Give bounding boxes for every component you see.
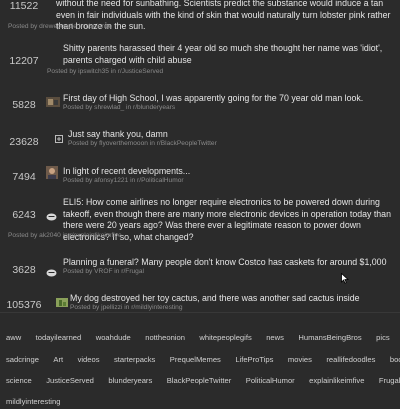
post-title[interactable]: In light of recent developments... — [63, 166, 394, 178]
subreddit-link[interactable]: science — [6, 376, 32, 385]
post-score: 7494 — [12, 171, 36, 183]
subreddit-link[interactable]: todayilearned — [36, 333, 82, 342]
subreddit-link[interactable]: BlackPeopleTwitter — [167, 376, 232, 385]
post-meta: Posted by jpellizzi in r/mildlyinteresti… — [70, 304, 183, 311]
section-divider — [0, 312, 400, 313]
subreddit-row: sadcringe Art videos starterpacks Preque… — [6, 349, 400, 364]
subreddit-link[interactable]: news — [266, 333, 284, 342]
post-title[interactable]: First day of High School, I was apparent… — [63, 93, 394, 105]
subreddit-link[interactable]: woahdude — [96, 333, 131, 342]
self-post-icon[interactable] — [46, 208, 57, 226]
subreddit-link[interactable]: explainlikeimfive — [309, 376, 364, 385]
post-title[interactable]: Just say thank you, damn — [68, 129, 394, 141]
subreddit-link[interactable]: movies — [288, 355, 312, 364]
self-post-icon[interactable] — [46, 264, 57, 282]
post-score: 3628 — [12, 264, 36, 276]
image-thumbnail-icon[interactable] — [56, 294, 68, 312]
subreddit-link[interactable]: HumansBeingBros — [298, 333, 361, 342]
post-score: 23628 — [9, 136, 39, 148]
post-title[interactable]: My dog destroyed her toy cactus, and the… — [70, 293, 394, 305]
post-meta: Posted by afonsy1221 in r/PoliticalHumor — [63, 177, 184, 184]
subreddit-row: mildlyinteresting — [6, 391, 70, 406]
subreddit-link[interactable]: JusticeServed — [46, 376, 94, 385]
subreddit-link[interactable]: reallifedoodles — [326, 355, 375, 364]
link-thumbnail-icon[interactable] — [55, 130, 63, 148]
subreddit-link[interactable]: PoliticalHumor — [246, 376, 295, 385]
post-score: 12207 — [9, 55, 39, 67]
subreddit-row: science JusticeServed blunderyears Black… — [6, 370, 400, 385]
subreddit-link[interactable]: books — [390, 355, 400, 364]
image-thumbnail-icon[interactable] — [46, 94, 60, 112]
post-score: 6243 — [12, 209, 36, 221]
subreddit-link[interactable]: blunderyears — [108, 376, 152, 385]
post-title[interactable]: Planning a funeral? Many people don't kn… — [63, 257, 394, 269]
subreddit-link[interactable]: starterpacks — [114, 355, 155, 364]
post-meta: Posted by flyoverthemooon in r/BlackPeop… — [68, 140, 217, 147]
post-meta: Posted by shrewlad_ in r/blunderyears — [63, 104, 176, 111]
cursor-icon — [341, 271, 350, 289]
post-meta: Posted by ipswitch35 in r/JusticeServed — [47, 68, 164, 75]
post-score: 105376 — [6, 299, 42, 311]
subreddit-link[interactable]: aww — [6, 333, 21, 342]
post-meta: Posted by ak2040 in r/explainlikeimfive — [8, 232, 122, 239]
post-score: 11522 — [9, 0, 39, 12]
subreddit-link[interactable]: pics — [376, 333, 390, 342]
face-thumbnail-icon[interactable] — [46, 166, 58, 184]
subreddit-link[interactable]: PrequelMemes — [170, 355, 221, 364]
post-meta: Posted by VROF in r/Frugal — [63, 268, 144, 275]
subreddit-link[interactable]: LifeProTips — [235, 355, 273, 364]
post-title[interactable]: Shitty parents harassed their 4 year old… — [63, 43, 394, 66]
post-score: 5828 — [12, 99, 36, 111]
subreddit-link[interactable]: sadcringe — [6, 355, 39, 364]
post-meta: Posted by drewepoodle in r/science — [8, 23, 113, 30]
subreddit-link[interactable]: videos — [78, 355, 100, 364]
subreddit-link[interactable]: Art — [53, 355, 63, 364]
subreddit-row: aww todayilearned woahdude nottheonion w… — [6, 327, 400, 342]
subreddit-link[interactable]: Frugal — [379, 376, 400, 385]
subreddit-link[interactable]: nottheonion — [145, 333, 185, 342]
subreddit-link[interactable]: mildlyinteresting — [6, 397, 60, 406]
subreddit-link[interactable]: whitepeoplegifs — [199, 333, 251, 342]
